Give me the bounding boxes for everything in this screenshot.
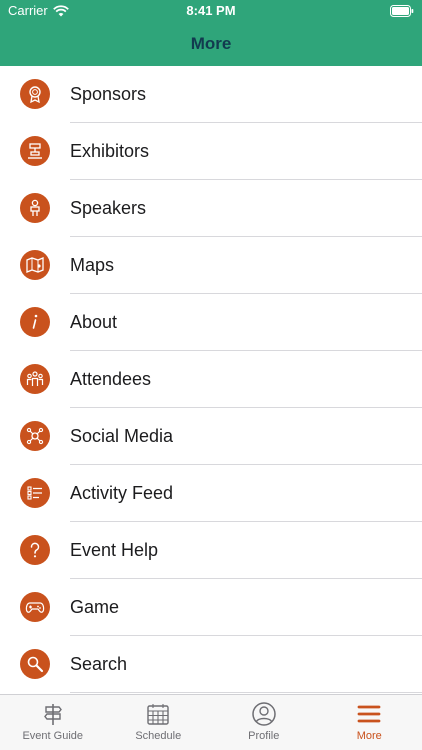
menu-item-speakers[interactable]: Speakers xyxy=(0,180,422,237)
more-menu-list: Sponsors Exhibitors Speakers Maps About xyxy=(0,66,422,694)
tab-bar: Event Guide Schedule Profile More xyxy=(0,694,422,750)
signpost-icon xyxy=(43,704,62,725)
menu-item-search[interactable]: Search xyxy=(0,636,422,693)
feed-list-icon xyxy=(20,478,50,508)
tab-profile[interactable]: Profile xyxy=(211,695,317,750)
menu-item-label: Maps xyxy=(70,255,115,275)
menu-item-label: Exhibitors xyxy=(70,141,150,161)
award-icon xyxy=(20,79,50,109)
status-bar: Carrier 8:41 PM xyxy=(0,0,422,22)
menu-item-attendees[interactable]: Attendees xyxy=(0,351,422,408)
menu-item-game[interactable]: Game xyxy=(0,579,422,636)
menu-item-label: Activity Feed xyxy=(70,483,174,503)
map-icon xyxy=(20,250,50,280)
menu-item-label: Social Media xyxy=(70,426,174,446)
menu-item-sponsors[interactable]: Sponsors xyxy=(0,66,422,123)
tab-label: Event Guide xyxy=(22,730,84,742)
tab-label: Schedule xyxy=(135,730,182,742)
people-icon xyxy=(20,364,50,394)
status-time: 8:41 PM xyxy=(186,3,236,18)
magnifier-icon xyxy=(20,649,50,679)
battery-icon xyxy=(390,5,414,17)
menu-item-label: Attendees xyxy=(70,369,152,389)
menu-item-activity-feed[interactable]: Activity Feed xyxy=(0,465,422,522)
menu-item-event-help[interactable]: Event Help xyxy=(0,522,422,579)
user-circle-icon xyxy=(252,702,276,726)
gamepad-icon xyxy=(20,592,50,622)
tab-event-guide[interactable]: Event Guide xyxy=(0,695,106,750)
menu-item-label: Speakers xyxy=(70,198,147,218)
tab-schedule[interactable]: Schedule xyxy=(106,695,212,750)
info-icon xyxy=(20,307,50,337)
menu-item-social-media[interactable]: Social Media xyxy=(0,408,422,465)
menu-item-label: Event Help xyxy=(70,540,159,560)
question-icon xyxy=(20,535,50,565)
tab-label: Profile xyxy=(248,730,280,742)
page-title: More xyxy=(190,34,232,53)
menu-item-label: Game xyxy=(70,597,120,617)
nav-bar: More xyxy=(0,22,422,66)
menu-item-label: About xyxy=(70,312,118,332)
menu-item-label: Sponsors xyxy=(70,84,147,104)
menu-item-exhibitors[interactable]: Exhibitors xyxy=(0,123,422,180)
hamburger-icon xyxy=(357,705,381,723)
network-icon xyxy=(20,421,50,451)
booth-icon xyxy=(20,136,50,166)
calendar-icon xyxy=(147,704,169,725)
tab-more[interactable]: More xyxy=(317,695,422,750)
tab-label: More xyxy=(356,730,382,742)
menu-item-maps[interactable]: Maps xyxy=(0,237,422,294)
row-divider xyxy=(70,692,422,693)
menu-item-about[interactable]: About xyxy=(0,294,422,351)
podium-icon xyxy=(20,193,50,223)
menu-item-label: Search xyxy=(70,654,128,674)
